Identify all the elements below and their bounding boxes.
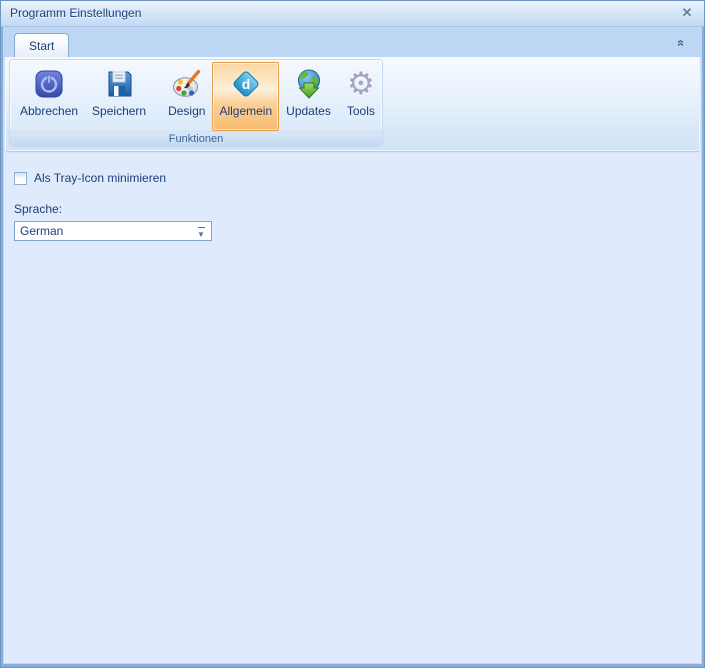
ribbon-button-label: Allgemein — [219, 104, 272, 118]
power-icon — [33, 68, 65, 100]
design-button[interactable]: Design — [161, 62, 212, 131]
ribbon: Abbrechen — [5, 57, 700, 151]
palette-icon — [171, 68, 203, 100]
tray-icon-checkbox[interactable] — [14, 172, 27, 185]
ribbon-button-label: Tools — [347, 104, 375, 118]
tray-icon-checkbox-label: Als Tray-Icon minimieren — [34, 171, 166, 185]
settings-window: Programm Einstellungen ✕ Start « — [0, 0, 705, 668]
language-label: Sprache: — [14, 202, 701, 216]
d-diamond-icon: d — [230, 68, 262, 100]
ribbon-button-label: Design — [168, 104, 205, 118]
tools-button[interactable]: ⚙ Tools — [338, 62, 384, 131]
language-select[interactable]: German ▼ — [14, 221, 212, 241]
ribbon-button-label: Updates — [286, 104, 331, 118]
window-title: Programm Einstellungen — [1, 1, 704, 26]
tray-icon-checkbox-row[interactable]: Als Tray-Icon minimieren — [14, 171, 701, 185]
speichern-button[interactable]: Speichern — [85, 62, 153, 131]
tab-strip: Start « — [4, 28, 701, 57]
abbrechen-button[interactable]: Abbrechen — [13, 62, 85, 131]
close-icon[interactable]: ✕ — [679, 5, 695, 21]
updates-button[interactable]: Updates — [279, 62, 338, 131]
chevron-down-icon: ▼ — [191, 218, 211, 244]
save-icon — [103, 68, 135, 100]
title-bar: Programm Einstellungen ✕ — [1, 1, 704, 27]
ribbon-group-funktionen: Abbrechen — [9, 59, 383, 147]
settings-content: Als Tray-Icon minimieren Sprache: German… — [4, 151, 701, 663]
globe-download-icon — [293, 68, 325, 100]
ribbon-button-label: Speichern — [92, 104, 146, 118]
group-label-funktionen: Funktionen — [10, 131, 382, 146]
allgemein-button[interactable]: d Allgemein — [212, 62, 279, 131]
window-frame: Start « — [3, 27, 702, 664]
collapse-ribbon-icon[interactable]: « — [674, 36, 688, 50]
d-letter: d — [242, 76, 251, 92]
gear-icon: ⚙ — [345, 68, 377, 100]
ribbon-button-label: Abbrechen — [20, 104, 78, 118]
language-selected-value: German — [20, 224, 63, 238]
ribbon-buttons-row: Abbrechen — [10, 60, 382, 131]
tab-start[interactable]: Start — [14, 33, 69, 57]
